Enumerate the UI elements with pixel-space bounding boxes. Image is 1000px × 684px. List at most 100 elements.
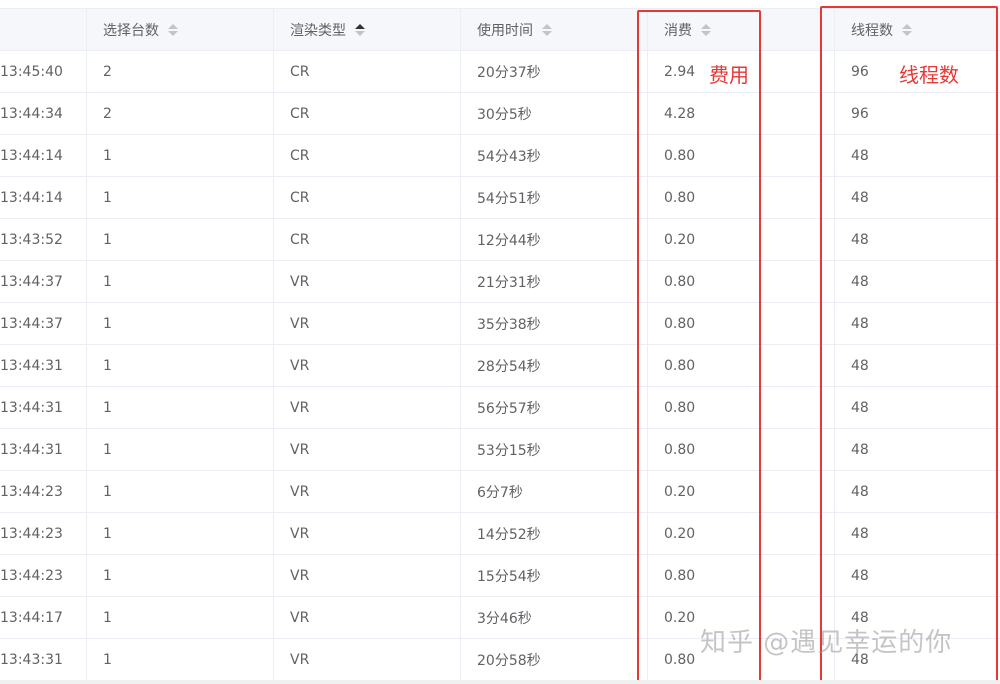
cell-render-type: VR: [273, 471, 460, 512]
cell-threads: 48: [834, 261, 1000, 302]
sort-caret-icon[interactable]: [902, 23, 912, 36]
cell-spacer: [821, 303, 834, 344]
cell-count: 1: [86, 513, 273, 554]
watermark: 知乎 @遇见幸运的你: [700, 628, 953, 658]
cell-duration: 6分7秒: [460, 471, 647, 512]
table-row[interactable]: 13:43:52 1 CR 12分44秒 0.20 48: [0, 219, 1000, 261]
cell-render-type: CR: [273, 177, 460, 218]
cell-count: 1: [86, 303, 273, 344]
cell-duration: 54分43秒: [460, 135, 647, 176]
header-count-label: 选择台数: [103, 22, 159, 39]
cell-spacer: [821, 93, 834, 134]
cell-time: 13:44:17: [0, 609, 63, 626]
table-row[interactable]: 13:44:23 1 VR 15分54秒 0.80 48: [0, 555, 1000, 597]
table-header-row: 选择台数 渲染类型 使用时间 消费 线程数: [0, 9, 1000, 51]
header-threads[interactable]: 线程数: [834, 9, 1000, 50]
sort-caret-icon[interactable]: [542, 23, 552, 36]
cell-duration: 54分51秒: [460, 177, 647, 218]
cell-time: 13:44:23: [0, 567, 63, 584]
header-render-type-label: 渲染类型: [290, 22, 346, 39]
cell-cost: 0.20: [647, 471, 821, 512]
table-row[interactable]: 13:44:14 1 CR 54分51秒 0.80 48: [0, 177, 1000, 219]
cell-duration: 14分52秒: [460, 513, 647, 554]
cell-threads: 48: [834, 387, 1000, 428]
cell-time: 13:43:52: [0, 231, 63, 248]
sort-caret-icon[interactable]: [168, 23, 178, 36]
cell-count: 1: [86, 429, 273, 470]
cell-cost: 0.80: [647, 345, 821, 386]
cell-time: 13:43:31: [0, 651, 63, 668]
cell-count: 1: [86, 345, 273, 386]
cell-duration: 21分31秒: [460, 261, 647, 302]
header-time-cell: [0, 9, 86, 50]
table-row[interactable]: 13:44:31 1 VR 28分54秒 0.80 48: [0, 345, 1000, 387]
sort-caret-active-icon[interactable]: [355, 23, 365, 36]
cell-threads: 48: [834, 303, 1000, 344]
cell-render-type: CR: [273, 219, 460, 260]
cell-threads: 48: [834, 471, 1000, 512]
cell-render-type: VR: [273, 387, 460, 428]
cell-duration: 3分46秒: [460, 597, 647, 638]
cell-cost: 0.80: [647, 303, 821, 344]
cell-spacer: [821, 51, 834, 92]
table-body: 13:45:40 2 CR 20分37秒 2.94 96 13:44:34 2 CR 30分5秒 4…: [0, 51, 1000, 681]
table-row[interactable]: 13:44:37 1 VR 21分31秒 0.80 48: [0, 261, 1000, 303]
cell-render-type: VR: [273, 639, 460, 680]
cell-spacer: [821, 429, 834, 470]
table-row[interactable]: 13:44:31 1 VR 53分15秒 0.80 48: [0, 429, 1000, 471]
cell-duration: 15分54秒: [460, 555, 647, 596]
table-row[interactable]: 13:44:31 1 VR 56分57秒 0.80 48: [0, 387, 1000, 429]
cost-annotation: 费用: [709, 63, 749, 87]
cell-spacer: [821, 135, 834, 176]
cell-duration: 20分37秒: [460, 51, 647, 92]
cell-cost: 0.80: [647, 555, 821, 596]
table-row[interactable]: 13:44:37 1 VR 35分38秒 0.80 48: [0, 303, 1000, 345]
table-row[interactable]: 13:44:23 1 VR 14分52秒 0.20 48: [0, 513, 1000, 555]
cell-render-type: CR: [273, 51, 460, 92]
cell-duration: 53分15秒: [460, 429, 647, 470]
cell-threads: 48: [834, 429, 1000, 470]
cell-time: 13:44:34: [0, 105, 63, 122]
cell-time: 13:44:37: [0, 273, 63, 290]
cell-spacer: [821, 555, 834, 596]
cell-spacer: [821, 345, 834, 386]
cell-render-type: VR: [273, 513, 460, 554]
cell-cost: 0.80: [647, 177, 821, 218]
cell-cost: 0.80: [647, 387, 821, 428]
table-row[interactable]: 13:44:14 1 CR 54分43秒 0.80 48: [0, 135, 1000, 177]
cell-duration: 28分54秒: [460, 345, 647, 386]
cell-time: 13:44:31: [0, 399, 63, 416]
cell-threads: 48: [834, 177, 1000, 218]
header-cost[interactable]: 消费: [647, 9, 821, 50]
sort-caret-icon[interactable]: [701, 23, 711, 36]
cell-spacer: [821, 219, 834, 260]
horizontal-scrollbar[interactable]: [0, 680, 1000, 684]
cell-cost: 0.20: [647, 219, 821, 260]
cell-time: 13:44:23: [0, 525, 63, 542]
render-jobs-table: 选择台数 渲染类型 使用时间 消费 线程数 13:45:40 2 CR 20分37秒 2…: [0, 8, 1000, 681]
cell-spacer: [821, 513, 834, 554]
cell-cost: 0.80: [647, 135, 821, 176]
cell-count: 2: [86, 93, 273, 134]
cell-count: 1: [86, 555, 273, 596]
header-cost-label: 消费: [664, 22, 692, 39]
cell-threads: 96: [834, 93, 1000, 134]
table-row[interactable]: 13:45:40 2 CR 20分37秒 2.94 96: [0, 51, 1000, 93]
cell-time: 13:44:31: [0, 441, 63, 458]
header-spacer: [821, 9, 834, 50]
cell-render-type: CR: [273, 93, 460, 134]
cell-count: 2: [86, 51, 273, 92]
header-duration[interactable]: 使用时间: [460, 9, 647, 50]
cell-duration: 35分38秒: [460, 303, 647, 344]
header-render-type[interactable]: 渲染类型: [273, 9, 460, 50]
cell-spacer: [821, 261, 834, 302]
header-count[interactable]: 选择台数: [86, 9, 273, 50]
cell-count: 1: [86, 219, 273, 260]
cell-duration: 56分57秒: [460, 387, 647, 428]
table-row[interactable]: 13:44:23 1 VR 6分7秒 0.20 48: [0, 471, 1000, 513]
cell-count: 1: [86, 177, 273, 218]
cell-time: 13:44:23: [0, 483, 63, 500]
cell-cost: 0.80: [647, 261, 821, 302]
table-row[interactable]: 13:44:34 2 CR 30分5秒 4.28 96: [0, 93, 1000, 135]
header-threads-label: 线程数: [851, 22, 893, 39]
